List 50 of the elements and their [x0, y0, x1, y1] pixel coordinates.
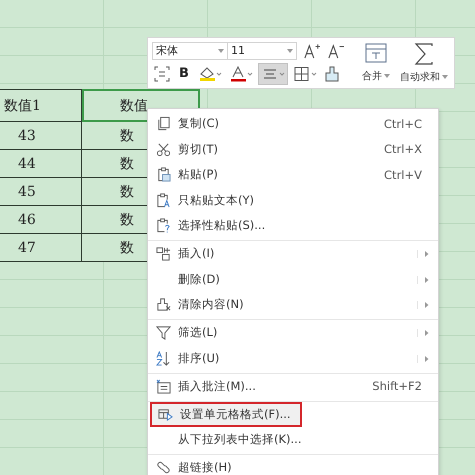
caret-icon	[384, 74, 390, 78]
clipboard-icon	[156, 167, 170, 182]
submenu-arrow-icon	[424, 250, 430, 258]
font-dropdown[interactable]: 宋体	[152, 42, 228, 60]
merge-icon	[365, 43, 387, 63]
menu-item[interactable]: 选择性粘贴(S)...	[148, 213, 438, 241]
comment-icon	[156, 378, 170, 394]
button-label: 合并	[362, 70, 382, 83]
caret-icon	[442, 74, 448, 78]
submenu-arrow-icon	[424, 276, 430, 284]
clipboard-question-icon	[156, 218, 170, 233]
merge-button[interactable]: 合并	[357, 40, 395, 86]
menu-item[interactable]: 筛选(L)	[148, 320, 438, 346]
submenu-arrow-icon	[424, 354, 430, 362]
menu-item[interactable]: 删除(D)	[148, 266, 438, 292]
wrap-text-button[interactable]	[152, 64, 172, 84]
menu-item[interactable]: 清除内容(N)	[148, 292, 438, 320]
caret-icon	[287, 48, 293, 52]
table-cell: 43	[0, 122, 82, 150]
table-cell: 46	[0, 206, 82, 234]
bold-button[interactable]: B	[175, 64, 193, 84]
format-cells-icon	[158, 406, 172, 422]
submenu-arrow-icon	[424, 329, 430, 337]
clipboard-text-icon	[156, 192, 170, 208]
menu-item[interactable]: 设置单元格格式(F)...	[150, 402, 302, 427]
scissors-icon	[156, 142, 170, 157]
sum-icon	[414, 42, 434, 64]
menu-item[interactable]: 从下拉列表中选择(K)...	[148, 427, 438, 455]
font-size-dropdown[interactable]: 11	[227, 42, 297, 60]
table-cell: 45	[0, 178, 82, 206]
increase-font-icon[interactable]	[303, 42, 321, 58]
table-header-cell: 数值1	[0, 89, 82, 122]
caret-icon	[218, 48, 224, 52]
button-label: 自动求和	[400, 70, 440, 84]
sort-icon	[156, 350, 170, 366]
submenu-arrow-icon	[424, 301, 430, 309]
table-cell: 47	[0, 234, 82, 262]
decrease-font-icon[interactable]	[327, 42, 345, 58]
copy-icon	[156, 116, 170, 132]
menu-item[interactable]: 排序(U)	[148, 346, 438, 374]
align-center-button[interactable]	[258, 62, 288, 84]
table-cell: 44	[0, 150, 82, 178]
link-icon	[156, 460, 170, 475]
insert-cells-icon	[156, 246, 170, 262]
font-size: 11	[231, 44, 245, 57]
eraser-icon	[156, 297, 170, 312]
menu-item[interactable]: 超链接(H)	[148, 455, 438, 475]
font-name: 宋体	[156, 43, 178, 58]
filter-icon	[156, 325, 170, 340]
autosum-button[interactable]: 自动求和	[395, 40, 453, 86]
